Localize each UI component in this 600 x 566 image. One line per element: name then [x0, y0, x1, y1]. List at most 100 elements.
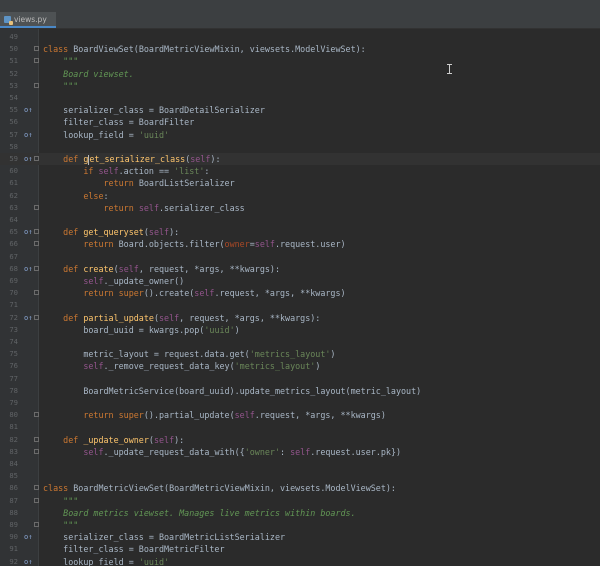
override-marker-icon[interactable]: o↑ — [24, 129, 32, 141]
code-line[interactable]: 67 — [0, 251, 600, 263]
code-line[interactable]: 92 o↑ lookup_field = 'uuid' — [0, 556, 600, 566]
code-line[interactable]: 78 BoardMetricService(board_uuid).update… — [0, 385, 600, 397]
fold-toggle-icon[interactable] — [34, 497, 39, 503]
override-marker-icon[interactable]: o↑ — [24, 153, 32, 165]
fold-toggle-icon[interactable] — [34, 412, 39, 418]
code-line[interactable]: 49 — [0, 31, 600, 43]
code-token: .request, *args, **kwargs) — [254, 410, 386, 421]
line-number: 64 — [9, 215, 18, 224]
code-text: def _update_owner(self): — [43, 434, 184, 446]
fold-toggle-icon[interactable] — [34, 314, 39, 320]
fold-toggle-icon[interactable] — [34, 241, 39, 247]
code-line[interactable]: 90 o↑ serializer_class = BoardMetricListS… — [0, 531, 600, 543]
fold-toggle-icon[interactable] — [34, 448, 39, 454]
code-line[interactable]: 77 — [0, 373, 600, 385]
code-line[interactable]: 70 return super().create(self.request, *… — [0, 287, 600, 299]
code-text: """ — [43, 55, 78, 67]
code-text: self._update_owner() — [43, 275, 184, 287]
code-line[interactable]: 76 self._remove_request_data_key('metric… — [0, 360, 600, 372]
code-token: get_queryset — [83, 227, 144, 238]
code-token: 'uuid' — [204, 324, 235, 335]
code-line[interactable]: 65 o↑ def get_queryset(self): — [0, 226, 600, 238]
code-line[interactable]: 59 o↑ def get_serializer_class(self): — [0, 153, 600, 166]
fold-toggle-icon[interactable] — [34, 58, 39, 64]
code-line[interactable]: 68 o↑ def create(self, request, *args, **… — [0, 263, 600, 275]
code-token: ._remove_request_data_key( — [103, 361, 235, 372]
override-marker-icon[interactable]: o↑ — [24, 226, 32, 238]
code-line[interactable]: 52 Board viewset. — [0, 68, 600, 80]
code-line[interactable]: 58 — [0, 141, 600, 153]
code-text: class BoardMetricViewSet(BoardMetricView… — [43, 482, 396, 494]
code-line[interactable]: 66 return Board.objects.filter(owner=sel… — [0, 238, 600, 250]
line-number: 90 — [9, 532, 18, 542]
code-line[interactable]: 89 """ — [0, 519, 600, 531]
code-token: ._update_owner() — [103, 276, 185, 286]
code-text: Board viewset. — [43, 68, 134, 80]
code-line[interactable]: 79 — [0, 397, 600, 409]
code-token: 'owner' — [244, 446, 280, 457]
fold-toggle-icon[interactable] — [34, 204, 39, 210]
override-marker-icon[interactable]: o↑ — [24, 312, 32, 324]
code-line[interactable]: 86 class BoardMetricViewSet(BoardMetricVi… — [0, 482, 600, 494]
code-text: return Board.objects.filter(owner=self.r… — [43, 238, 345, 250]
code-line[interactable]: 60 if self.action == 'list': — [0, 165, 600, 177]
code-editor[interactable]: 49 50 class BoardViewSet(BoardMetricViewMi… — [0, 29, 600, 566]
code-token: self — [138, 202, 159, 213]
code-line[interactable]: 64 — [0, 214, 600, 226]
code-line[interactable]: 57 o↑ lookup_field = 'uuid' — [0, 129, 600, 141]
code-line[interactable]: 53 """ — [0, 80, 600, 92]
fold-toggle-icon[interactable] — [34, 229, 39, 235]
fold-toggle-icon[interactable] — [34, 290, 39, 296]
code-line[interactable]: 50 class BoardViewSet(BoardMetricViewMixi… — [0, 43, 600, 55]
code-line[interactable]: 84 — [0, 458, 600, 470]
line-number: 92 — [9, 556, 18, 566]
code-text: def get_queryset(self): — [43, 226, 179, 238]
line-number: 71 — [9, 300, 18, 310]
code-token: .request.user.pk}) — [310, 446, 402, 457]
code-token: ): — [174, 434, 185, 445]
tab-views-py[interactable]: views.py — [0, 12, 56, 28]
override-marker-icon[interactable]: o↑ — [24, 263, 32, 275]
override-marker-icon[interactable]: o↑ — [24, 556, 32, 566]
code-line[interactable]: 83 self._update_request_data_with({'owne… — [0, 446, 600, 458]
code-line[interactable]: 72 o↑ def partial_update(self, request, *… — [0, 312, 600, 324]
fold-toggle-icon[interactable] — [34, 46, 39, 52]
code-line[interactable]: 62 else: — [0, 190, 600, 202]
editor-tab-bar: views.py — [0, 12, 600, 29]
fold-toggle-icon[interactable] — [34, 156, 39, 161]
code-line[interactable]: 63 return self.serializer_class — [0, 202, 600, 214]
line-number: 51 — [9, 56, 18, 66]
line-number: 49 — [9, 32, 18, 41]
code-line[interactable]: 73 board_uuid = kwargs.pop('uuid') — [0, 324, 600, 336]
code-line[interactable]: 87 """ — [0, 495, 600, 507]
line-number: 69 — [9, 276, 18, 285]
line-number: 70 — [9, 288, 18, 298]
fold-toggle-icon[interactable] — [34, 265, 39, 271]
override-marker-icon[interactable]: o↑ — [24, 104, 32, 116]
code-line[interactable]: 88 Board metrics viewset. Manages live m… — [0, 507, 600, 519]
code-line[interactable]: 91 filter_class = BoardMetricFilter — [0, 543, 600, 555]
code-line[interactable]: 82 def _update_owner(self): — [0, 434, 600, 446]
code-line[interactable]: 85 — [0, 470, 600, 482]
code-line[interactable]: 74 — [0, 336, 600, 348]
fold-toggle-icon[interactable] — [34, 82, 39, 88]
code-line[interactable]: 81 — [0, 421, 600, 433]
code-line[interactable]: 75 metric_layout = request.data.get('met… — [0, 348, 600, 360]
fold-toggle-icon[interactable] — [34, 436, 39, 442]
line-number: 68 — [9, 263, 18, 273]
code-token: self — [118, 263, 139, 274]
code-line[interactable]: 80 return super().partial_update(self.re… — [0, 409, 600, 421]
code-line[interactable]: 55 o↑ serializer_class = BoardDetailSeria… — [0, 104, 600, 116]
code-line[interactable]: 51 """ — [0, 55, 600, 67]
code-line[interactable]: 69 self._update_owner() — [0, 275, 600, 287]
line-number: 58 — [9, 141, 18, 151]
fold-toggle-icon[interactable] — [34, 485, 39, 491]
code-line[interactable]: 71 — [0, 299, 600, 311]
override-marker-icon[interactable]: o↑ — [24, 531, 32, 543]
fold-toggle-icon[interactable] — [34, 522, 39, 527]
code-line[interactable]: 61 return BoardListSerializer — [0, 177, 600, 189]
code-token: self — [290, 446, 311, 457]
code-line[interactable]: 54 — [0, 92, 600, 104]
code-token: """ — [43, 80, 79, 91]
code-line[interactable]: 56 filter_class = BoardFilter — [0, 116, 600, 128]
